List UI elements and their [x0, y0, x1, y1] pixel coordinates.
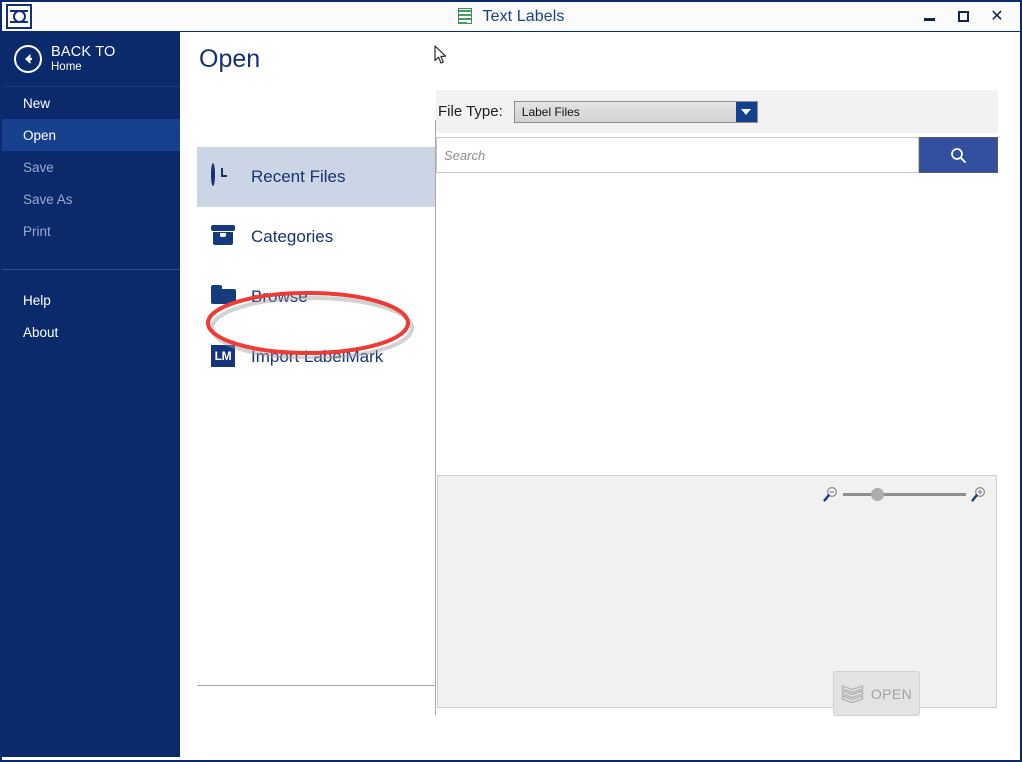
sidebar-item-help[interactable]: Help	[2, 284, 180, 316]
archive-box-icon	[211, 225, 235, 249]
back-home-label: Home	[51, 61, 116, 74]
file-browser-pane: File Type: Label Files Search	[436, 90, 998, 715]
sidebar-item-label: New	[23, 96, 50, 111]
sidebar-item-label: Help	[23, 293, 51, 308]
back-to-home-button[interactable]: BACK TO Home	[2, 32, 180, 87]
open-button[interactable]: OPEN	[833, 671, 920, 716]
source-list: Recent Files Categories Browse LM Import…	[197, 147, 435, 687]
file-type-bar: File Type: Label Files	[436, 90, 998, 133]
sidebar: BACK TO Home New Open Save Save As Print	[2, 32, 180, 757]
sidebar-item-label: Save As	[23, 192, 73, 207]
sidebar-divider	[2, 269, 180, 270]
sidebar-item-save-as[interactable]: Save As	[2, 183, 180, 215]
window-title: Text Labels	[482, 8, 564, 26]
search-row: Search	[436, 137, 998, 173]
sidebar-item-open[interactable]: Open	[2, 119, 180, 151]
green-document-icon	[457, 8, 474, 26]
search-icon	[950, 147, 967, 164]
sidebar-item-print[interactable]: Print	[2, 215, 180, 247]
main-content: Open Recent Files Categories	[180, 32, 1020, 757]
folder-icon	[211, 285, 235, 309]
application-window: Text Labels ✕ BACK TO Home	[0, 0, 1022, 762]
chevron-down-icon[interactable]	[736, 102, 757, 122]
file-type-value: Label Files	[515, 105, 580, 119]
close-button[interactable]: ✕	[980, 2, 1014, 31]
search-input[interactable]: Search	[436, 137, 919, 173]
clock-icon	[211, 165, 235, 189]
maximize-button[interactable]	[946, 2, 980, 31]
source-item-browse[interactable]: Browse	[197, 267, 435, 327]
search-placeholder: Search	[444, 148, 485, 163]
minimize-button[interactable]	[912, 2, 946, 31]
source-item-import-labelmark[interactable]: LM Import LabelMark	[197, 327, 435, 387]
open-button-label: OPEN	[871, 686, 912, 702]
source-item-categories[interactable]: Categories	[197, 207, 435, 267]
sidebar-item-label: Print	[23, 224, 51, 239]
zoom-slider-track[interactable]	[843, 493, 966, 496]
file-type-dropdown[interactable]: Label Files	[514, 101, 758, 123]
source-item-recent-files[interactable]: Recent Files	[197, 147, 435, 207]
sidebar-item-label: Open	[23, 128, 56, 143]
sidebar-item-save[interactable]: Save	[2, 151, 180, 183]
page-title: Open	[199, 45, 260, 74]
sidebar-item-new[interactable]: New	[2, 87, 180, 119]
file-type-label: File Type:	[438, 103, 503, 120]
source-item-label: Categories	[251, 227, 333, 247]
sidebar-item-label: Save	[23, 160, 54, 175]
source-item-label: Import LabelMark	[251, 347, 383, 367]
sidebar-item-about[interactable]: About	[2, 316, 180, 348]
zoom-in-magnifier-icon[interactable]	[970, 486, 987, 503]
zoom-slider-thumb[interactable]	[871, 488, 884, 501]
source-item-label: Recent Files	[251, 167, 345, 187]
source-item-label: Browse	[251, 287, 308, 307]
search-button[interactable]	[919, 137, 998, 173]
zoom-out-magnifier-icon[interactable]	[822, 486, 839, 503]
window-controls: ✕	[912, 2, 1014, 31]
mouse-cursor-icon	[434, 45, 448, 65]
labelmark-lm-icon: LM	[211, 345, 235, 369]
zoom-slider[interactable]	[822, 484, 987, 504]
title-bar: Text Labels ✕	[2, 2, 1020, 32]
back-arrow-icon	[14, 45, 42, 73]
back-to-label: BACK TO	[51, 44, 116, 61]
window-title-group: Text Labels	[2, 2, 1020, 31]
open-book-icon	[841, 684, 864, 704]
panel-divider-horizontal	[197, 685, 436, 686]
sidebar-item-label: About	[23, 325, 58, 340]
close-icon: ✕	[990, 9, 1003, 25]
sidebar-nav: New Open Save Save As Print Help About	[2, 87, 180, 348]
